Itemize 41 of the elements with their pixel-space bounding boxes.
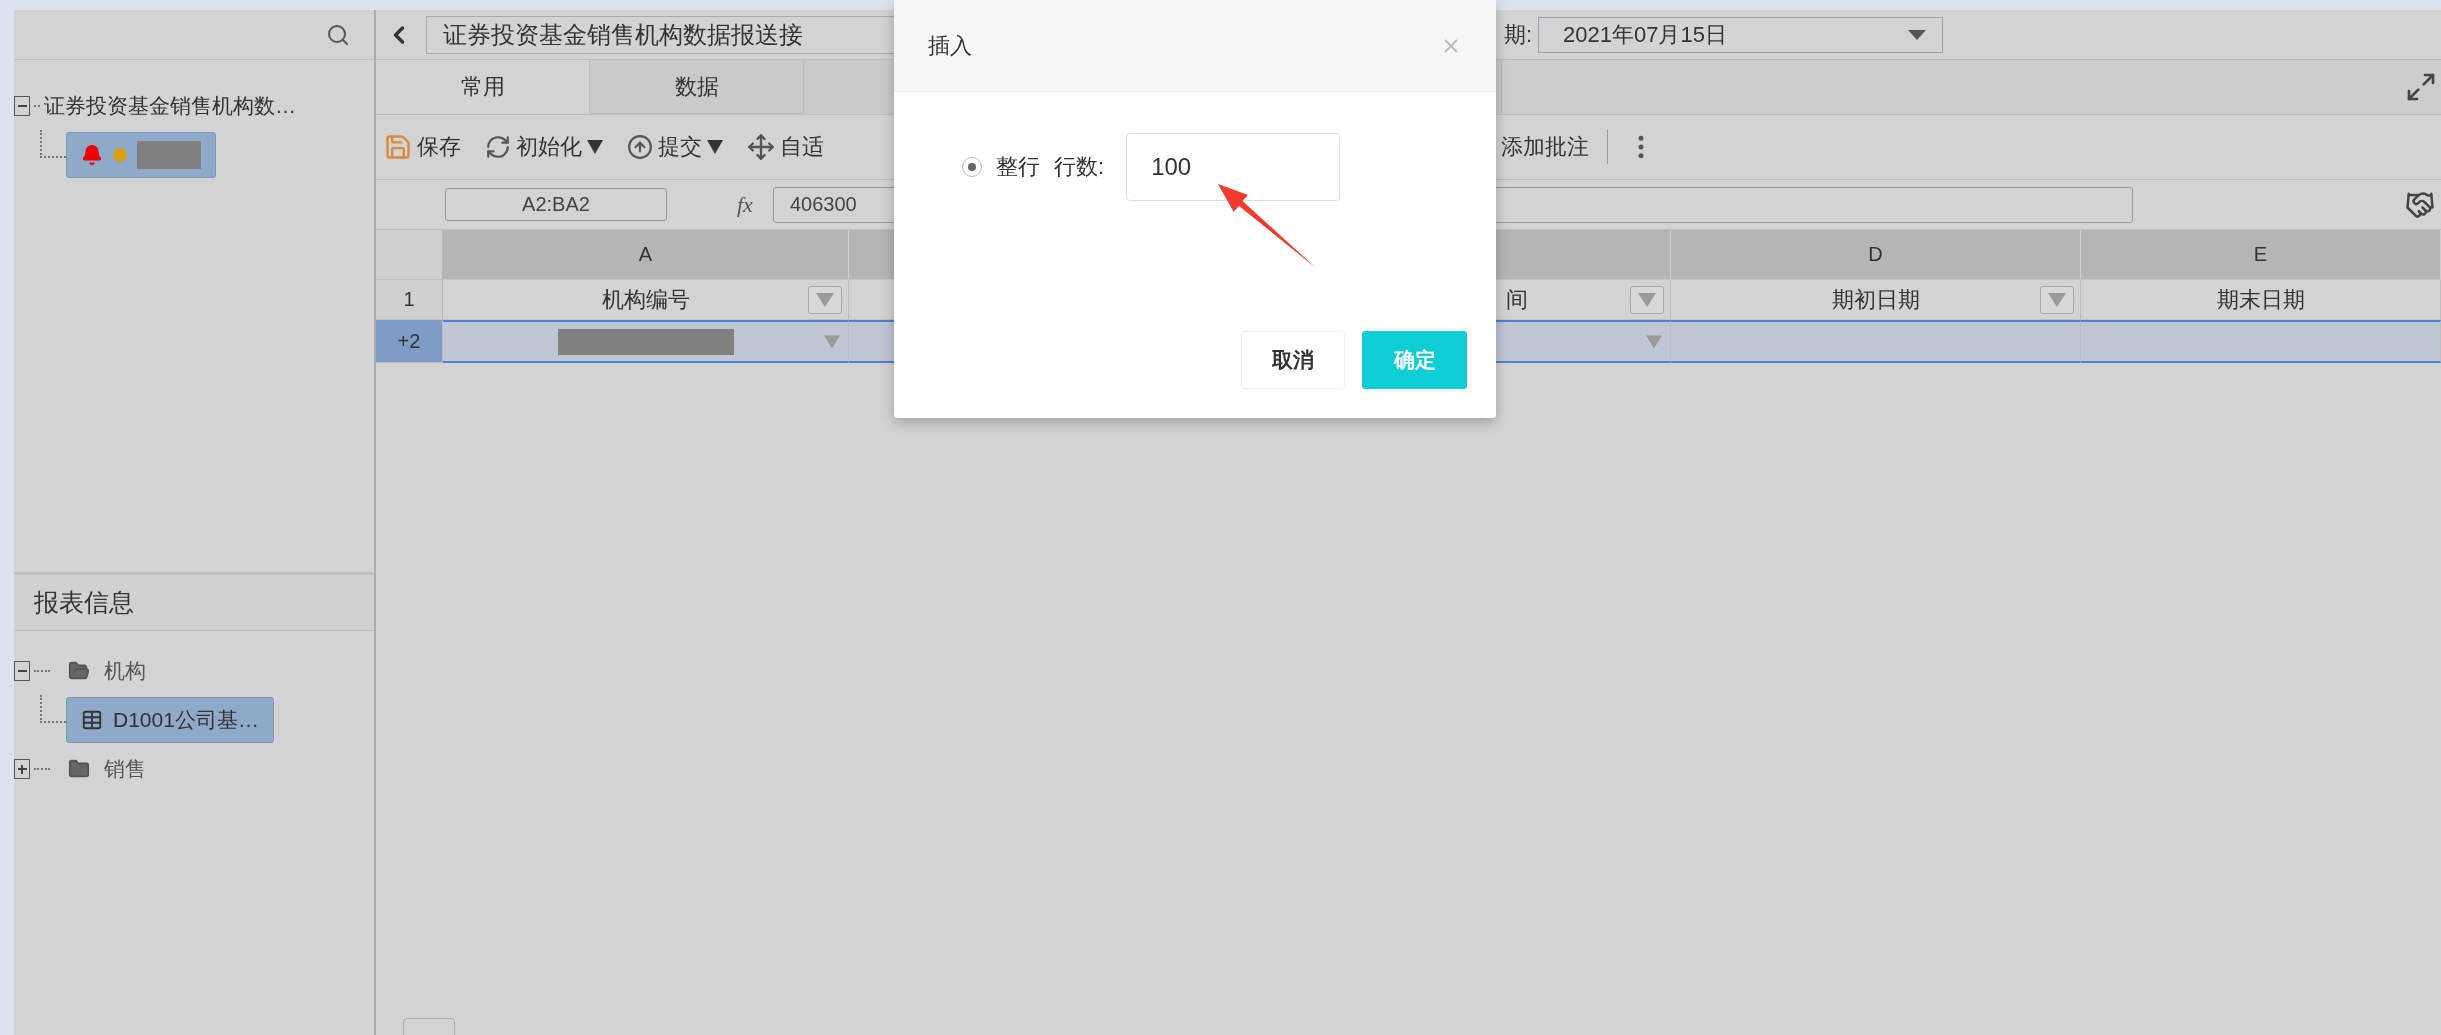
expand-toggle[interactable] xyxy=(14,759,30,779)
table-icon xyxy=(81,709,103,731)
option-label: 整行 xyxy=(996,153,1040,181)
table-cell: 机构编号 xyxy=(443,280,849,320)
tree-item[interactable]: 机构 xyxy=(104,657,146,685)
toolbar-button[interactable]: 提交 xyxy=(627,132,723,162)
cell-reference-field[interactable]: A2:BA2 xyxy=(445,188,667,221)
function-label[interactable]: fx xyxy=(737,191,765,218)
dialog-title: 插入 xyxy=(928,31,972,60)
column-header: A xyxy=(443,230,849,280)
date-select[interactable]: 2021年07月15日 xyxy=(1538,16,1943,53)
row-count-field[interactable]: 100 xyxy=(1126,133,1341,201)
toolbar-button[interactable]: 初始化 xyxy=(485,132,603,162)
handshake-icon[interactable] xyxy=(2405,189,2435,220)
field-label: 行数: xyxy=(1054,153,1105,181)
tree-item[interactable]: 销售 xyxy=(104,755,146,783)
table-cell: 期初日期 xyxy=(1671,280,2081,320)
cancel-button[interactable]: 取消 xyxy=(1241,331,1345,389)
date-label: 期: xyxy=(1502,20,1532,49)
save-icon xyxy=(384,133,412,161)
toolbar-button[interactable]: 自适 xyxy=(747,132,824,162)
fullscreen-icon[interactable] xyxy=(2405,71,2437,103)
upload-icon xyxy=(627,134,653,160)
tab[interactable]: 数据 xyxy=(590,60,804,114)
tree-item[interactable]: 证券投资基金销售机构数… xyxy=(44,92,296,120)
status-dot xyxy=(113,148,127,162)
row-number: 1 xyxy=(376,280,443,320)
toolbar-button[interactable]: 保存 xyxy=(384,132,461,162)
column-header: D xyxy=(1671,230,2081,280)
folder-icon xyxy=(68,660,90,682)
search-icon[interactable] xyxy=(326,22,350,47)
column-header: E xyxy=(2081,230,2441,280)
bell-icon xyxy=(81,144,103,166)
table-cell: 期末日期 xyxy=(2081,280,2441,320)
tree-item[interactable]: D1001公司基… xyxy=(66,697,274,743)
folder-icon xyxy=(68,758,90,780)
refresh-icon xyxy=(485,134,511,160)
expand-toggle[interactable] xyxy=(14,96,30,116)
row-number: +2 xyxy=(376,320,443,363)
expand-toggle[interactable] xyxy=(14,661,30,681)
move-icon xyxy=(747,133,775,161)
